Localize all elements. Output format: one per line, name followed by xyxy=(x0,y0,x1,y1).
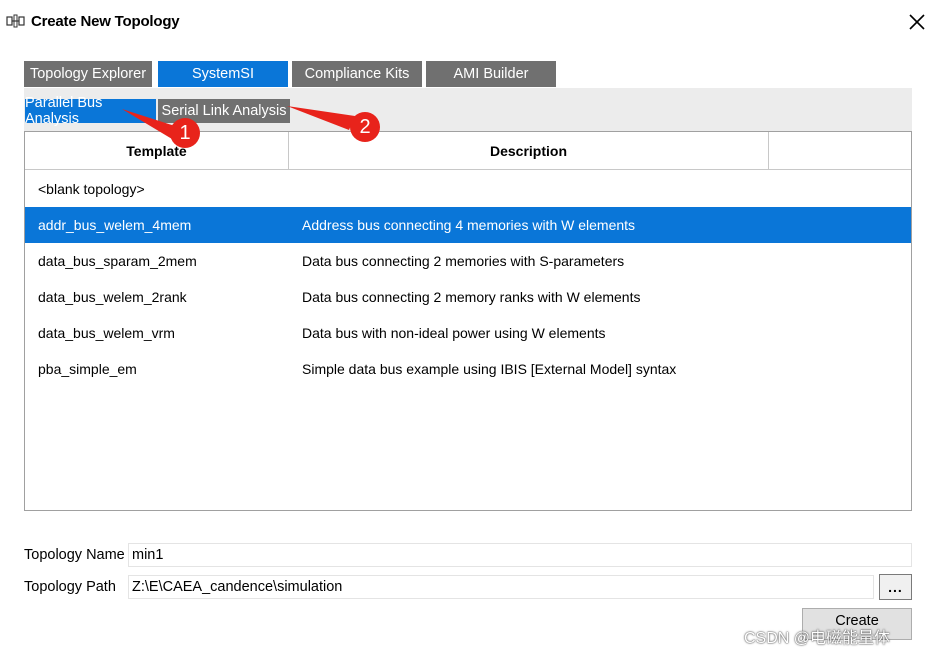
tab-compliance-kits[interactable]: Compliance Kits xyxy=(292,61,422,87)
description-cell: Data bus connecting 2 memory ranks with … xyxy=(302,289,641,305)
topology-app-icon xyxy=(6,14,25,28)
template-cell: addr_bus_welem_4mem xyxy=(38,217,192,233)
browse-button[interactable]: ... xyxy=(879,574,912,600)
topology-name-input[interactable] xyxy=(128,543,912,567)
table-row[interactable]: <blank topology> xyxy=(25,171,911,207)
close-button[interactable] xyxy=(902,8,932,36)
tab-systemsi[interactable]: SystemSI xyxy=(158,61,288,87)
topology-path-label: Topology Path xyxy=(24,579,116,595)
table-row[interactable]: data_bus_welem_2rank Data bus connecting… xyxy=(25,279,911,315)
topology-path-input[interactable] xyxy=(128,575,874,599)
description-cell: Address bus connecting 4 memories with W… xyxy=(302,217,636,233)
close-icon xyxy=(909,14,925,30)
annotation-badge-2: 2 xyxy=(350,112,380,142)
title-bar: Create New Topology xyxy=(0,0,932,44)
tab-ami-builder[interactable]: AMI Builder xyxy=(426,61,556,87)
annotation-badge-1: 1 xyxy=(170,118,200,148)
table-row[interactable]: addr_bus_welem_4mem Address bus connecti… xyxy=(25,207,911,243)
template-cell: <blank topology> xyxy=(38,181,145,197)
description-cell: Data bus connecting 2 memories with S-pa… xyxy=(302,253,625,269)
template-cell: data_bus_sparam_2mem xyxy=(38,253,197,269)
table-row[interactable]: pba_simple_em Simple data bus example us… xyxy=(25,351,911,387)
watermark: CSDN @电磁能量体 xyxy=(744,630,891,647)
column-header-extra[interactable] xyxy=(769,132,911,170)
template-cell: data_bus_welem_2rank xyxy=(38,289,187,305)
topology-name-label: Topology Name xyxy=(24,547,125,563)
description-cell: Simple data bus example using IBIS [Exte… xyxy=(302,361,677,377)
template-table: Template Description <blank topology> ad… xyxy=(24,131,912,511)
template-cell: data_bus_welem_vrm xyxy=(38,325,175,341)
table-row[interactable]: data_bus_sparam_2mem Data bus connecting… xyxy=(25,243,911,279)
window-title: Create New Topology xyxy=(31,13,180,30)
template-cell: pba_simple_em xyxy=(38,361,137,377)
tab-topology-explorer[interactable]: Topology Explorer xyxy=(24,61,152,87)
table-row[interactable]: data_bus_welem_vrm Data bus with non-ide… xyxy=(25,315,911,351)
description-cell: Data bus with non-ideal power using W el… xyxy=(302,325,606,341)
